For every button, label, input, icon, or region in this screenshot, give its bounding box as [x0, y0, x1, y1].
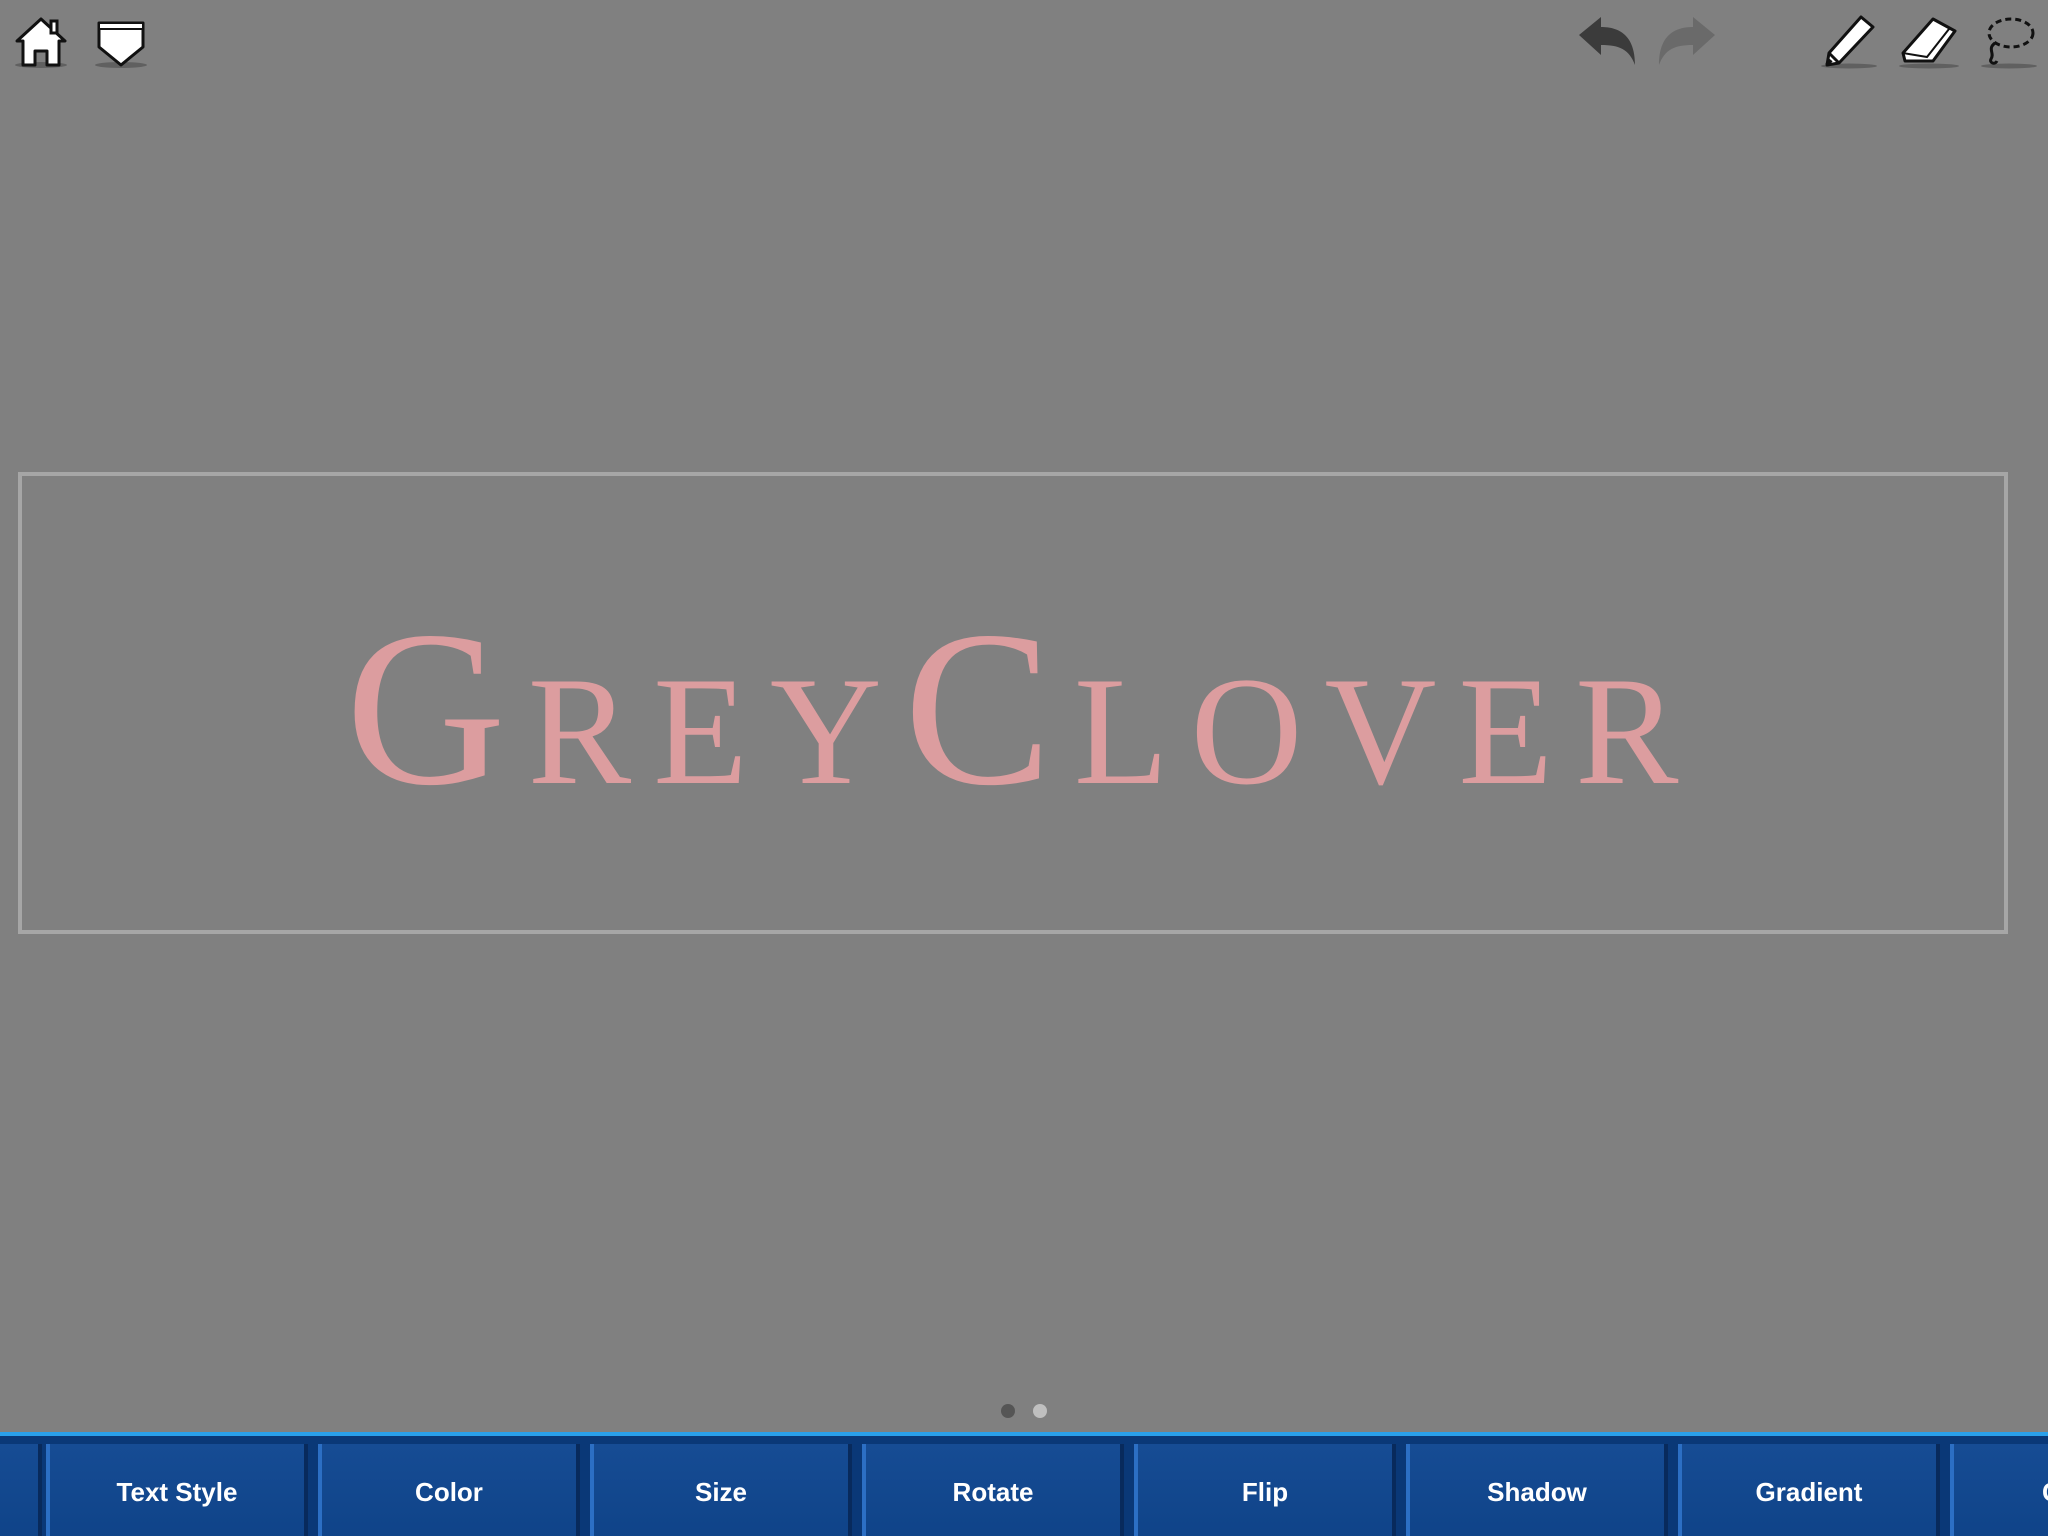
- page-dot-1[interactable]: [1001, 1404, 1015, 1418]
- page-dot-2[interactable]: [1033, 1404, 1047, 1418]
- eraser-icon: [1897, 13, 1961, 69]
- tab-gradient[interactable]: Gradient: [1678, 1444, 1940, 1536]
- tab-text-style[interactable]: Text Style: [46, 1444, 308, 1536]
- bottom-toolbar: Text Style Color Size Rotate Flip Shadow…: [0, 1432, 2048, 1536]
- tab-size[interactable]: Size: [590, 1444, 852, 1536]
- pencil-button[interactable]: [1814, 8, 1884, 74]
- page-indicator: [0, 1404, 2048, 1418]
- undo-button[interactable]: [1572, 8, 1642, 74]
- home-button[interactable]: [6, 8, 76, 74]
- pencil-icon: [1819, 13, 1879, 69]
- redo-icon: [1655, 13, 1719, 69]
- home-icon: [13, 13, 69, 69]
- eraser-button[interactable]: [1894, 8, 1964, 74]
- tab-partial-right[interactable]: C: [1950, 1444, 2048, 1536]
- canvas-text[interactable]: GreyClover: [325, 598, 1700, 820]
- tab-shadow[interactable]: Shadow: [1406, 1444, 1668, 1536]
- redo-button[interactable]: [1652, 8, 1722, 74]
- download-arrow-icon: [93, 13, 149, 69]
- tab-partial-left[interactable]: [0, 1444, 42, 1536]
- undo-icon: [1575, 13, 1639, 69]
- lasso-button[interactable]: [1974, 8, 2044, 74]
- tab-flip[interactable]: Flip: [1134, 1444, 1396, 1536]
- lasso-icon: [1977, 13, 2041, 69]
- download-button[interactable]: [86, 8, 156, 74]
- tab-color[interactable]: Color: [318, 1444, 580, 1536]
- tab-rotate[interactable]: Rotate: [862, 1444, 1124, 1536]
- text-box-frame[interactable]: GreyClover: [18, 472, 2008, 934]
